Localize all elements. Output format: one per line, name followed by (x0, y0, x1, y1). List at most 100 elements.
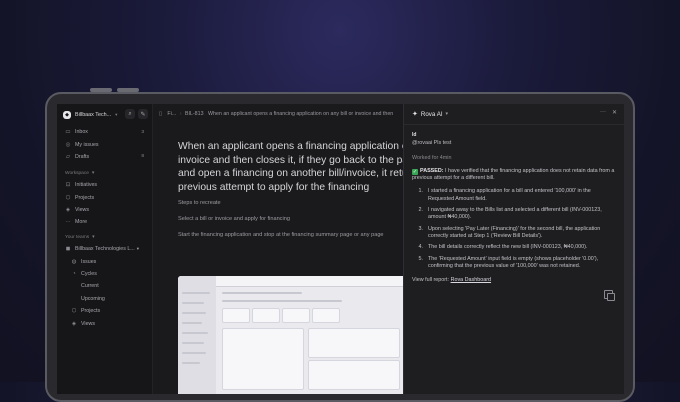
projects-icon: ⬡ (65, 194, 71, 201)
inbox-count-badge: 3 (141, 129, 144, 135)
list-item: 1. I started a financing application for … (412, 188, 617, 203)
step-text: The bill details correctly reflect the n… (428, 244, 588, 251)
sidebar-item-team[interactable]: ◼ Billbaax Technologies L... ▾ (61, 243, 148, 255)
workspace-switcher[interactable]: ◆ Billbaax Tech... ▾ (63, 111, 117, 119)
dashboard-link[interactable]: Rova Dashboard (451, 277, 491, 283)
step-number: 4. (418, 244, 424, 251)
step-number: 5. (418, 255, 424, 262)
workspace-section-heading[interactable]: Workspace ▾ (61, 168, 148, 179)
embedded-screenshot[interactable] (178, 276, 408, 394)
step-text: I started a financing application for a … (428, 188, 591, 202)
sidebar-teams-nav: Your teams ▾ ◼ Billbaax Technologies L..… (61, 232, 148, 330)
sidebar-item-inbox[interactable]: ▭ Inbox 3 (61, 126, 148, 138)
list-item: 4. The bill details correctly reflect the… (412, 244, 617, 252)
report-label: View full report: (412, 277, 451, 283)
steps-heading: Steps to recreate (178, 200, 221, 206)
sparkle-icon: ✦ (412, 111, 418, 118)
sidebar-item-label: My issues (75, 141, 99, 148)
list-item: 5. The 'Requested Amount' input field is … (412, 256, 617, 271)
app-screen: ◆ Billbaax Tech... ▾ ⌕ ✎ ▭ Inbox 3 ◎ My … (57, 104, 624, 394)
sidebar-item-label: Cycles (81, 270, 97, 277)
breadcrumb-issue-id[interactable]: BIL-813 (185, 111, 204, 117)
sidebar-item-label: Current (81, 283, 99, 290)
sidebar-item-label: Views (81, 320, 96, 327)
workspace-name: Billbaax Tech... (75, 112, 112, 118)
ai-steps-list: 1. I started a financing application for … (412, 188, 617, 274)
step-text: The 'Requested Amount' input field is em… (428, 255, 599, 270)
copy-icon[interactable] (604, 290, 615, 301)
sidebar-item-initiatives[interactable]: ⊡ Initiatives (61, 179, 148, 191)
ai-panel-controls: ··· ✕ (600, 109, 617, 116)
sidebar-toggle-icon[interactable]: ▯ (159, 111, 162, 117)
draft-icon: ▱ (65, 153, 71, 160)
sidebar-item-label: More (75, 219, 88, 226)
sidebar-item-label: Views (75, 206, 90, 213)
sidebar-workspace-nav: Workspace ▾ ⊡ Initiatives ⬡ Projects ◈ V… (61, 168, 148, 229)
compose-icon[interactable]: ✎ (138, 109, 148, 119)
worked-duration: Worked for 4min (412, 155, 452, 161)
issue-view: ▯ Fi... › BIL-813 When an applicant open… (153, 104, 464, 394)
sidebar-item-label: Issues (81, 258, 97, 265)
sidebar-item-label: Upcoming (81, 295, 105, 302)
sidebar-top-actions: ⌕ ✎ (125, 109, 148, 119)
chevron-down-icon: ▾ (91, 171, 95, 176)
section-label: Workspace (65, 171, 89, 176)
sidebar-item-drafts[interactable]: ▱ Drafts 8 (61, 151, 148, 163)
ai-assistant-panel: ✦ Rova AI ▾ ··· ✕ Id @rovaai Pls test Wo… (403, 104, 624, 394)
user-initials: Id (412, 132, 417, 138)
sidebar-item-more[interactable]: ··· More (61, 216, 148, 228)
ai-result-summary: ✓ PASSED: I have verified that the financ… (412, 168, 617, 183)
step-text: Start the financing application and stop… (178, 232, 384, 238)
cycles-icon: ◔ (72, 270, 76, 277)
teams-section-heading[interactable]: Your teams ▾ (61, 232, 148, 243)
user-message: @rovaai Pls test (412, 140, 452, 146)
step-text: Upon selecting 'Pay Later (Financing)' f… (428, 225, 601, 240)
ai-panel-header[interactable]: ✦ Rova AI ▾ (412, 110, 449, 119)
sidebar-item-issues[interactable]: ◍ Issues (61, 255, 148, 267)
result-status: PASSED: (420, 168, 444, 174)
list-item: 2. I navigated away to the Bills list and… (412, 207, 617, 222)
step-number: 3. (418, 225, 424, 232)
step-number: 1. (418, 188, 424, 194)
chevron-down-icon: ▾ (115, 112, 118, 117)
sidebar-item-label: Drafts (75, 153, 90, 160)
sidebar-item-team-projects[interactable]: ⬡ Projects (61, 305, 148, 317)
views-icon: ◈ (71, 320, 77, 327)
breadcrumb-team[interactable]: Fi... (167, 111, 176, 117)
sidebar-primary-nav: ▭ Inbox 3 ◎ My issues ▱ Drafts 8 (61, 126, 148, 163)
step-number: 2. (418, 206, 424, 213)
sidebar-item-projects[interactable]: ⬡ Projects (61, 191, 148, 203)
more-icon: ··· (65, 219, 71, 226)
issues-icon: ◍ (71, 258, 77, 265)
sidebar-item-upcoming[interactable]: Upcoming (61, 293, 148, 305)
more-options-icon[interactable]: ··· (600, 109, 606, 116)
step-text: Select a bill or invoice and apply for f… (178, 216, 290, 222)
sidebar-item-label: Projects (75, 194, 95, 201)
drafts-count-badge: 8 (141, 154, 144, 160)
ai-panel-title: Rova AI (420, 110, 443, 118)
inbox-icon: ▭ (65, 129, 71, 136)
workspace-logo-icon: ◆ (63, 111, 71, 119)
breadcrumb-issue-title: When an applicant opens a financing appl… (208, 111, 394, 117)
close-icon[interactable]: ✕ (612, 109, 617, 116)
chevron-down-icon: ▾ (136, 246, 139, 252)
projects-icon: ⬡ (71, 308, 77, 315)
sidebar-item-cycles[interactable]: ◔ Cycles (61, 268, 148, 280)
sidebar-item-label: Billbaax Technologies L... (75, 246, 135, 253)
sidebar-item-my-issues[interactable]: ◎ My issues (61, 138, 148, 150)
team-icon: ◼ (65, 246, 71, 253)
full-report: View full report: Rova Dashboard (412, 277, 491, 284)
sidebar-item-team-views[interactable]: ◈ Views (61, 317, 148, 329)
sidebar-item-label: Inbox (75, 129, 88, 136)
breadcrumb: ▯ Fi... › BIL-813 When an applicant open… (159, 111, 393, 117)
sidebar: ◆ Billbaax Tech... ▾ ⌕ ✎ ▭ Inbox 3 ◎ My … (57, 104, 153, 394)
check-icon: ✓ (412, 168, 418, 175)
chevron-down-icon: ▾ (445, 111, 449, 117)
sidebar-item-current[interactable]: Current (61, 280, 148, 292)
chevron-down-icon: ▾ (92, 235, 95, 240)
sidebar-item-views[interactable]: ◈ Views (61, 204, 148, 216)
search-icon[interactable]: ⌕ (125, 109, 135, 119)
step-text: I navigated away to the Bills list and s… (428, 206, 602, 221)
sidebar-item-label: Initiatives (75, 182, 98, 189)
section-label: Your teams (65, 235, 90, 240)
